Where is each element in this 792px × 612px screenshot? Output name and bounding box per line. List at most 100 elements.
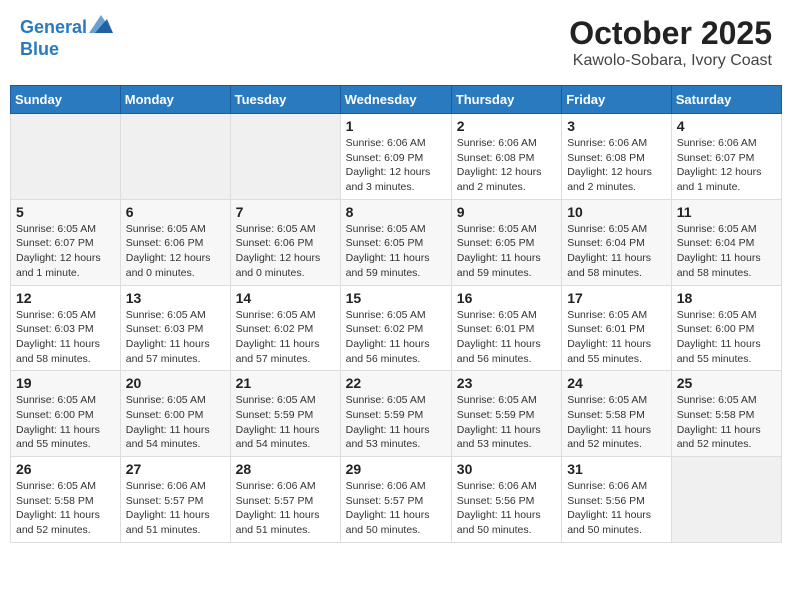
day-info: Sunrise: 6:05 AM Sunset: 6:05 PM Dayligh… — [457, 222, 556, 281]
calendar-cell: 7 Sunrise: 6:05 AM Sunset: 6:06 PM Daylig… — [230, 199, 340, 285]
calendar-cell: 9 Sunrise: 6:05 AM Sunset: 6:05 PM Daylig… — [451, 199, 561, 285]
weekday-header: Saturday — [671, 86, 781, 114]
day-number: 30 — [457, 461, 556, 477]
day-number: 12 — [16, 290, 115, 306]
calendar-cell: 20 Sunrise: 6:05 AM Sunset: 6:00 PM Dayli… — [120, 371, 230, 457]
day-number: 23 — [457, 375, 556, 391]
calendar-cell: 1Sunrise: 6:06 AM Sunset: 6:09 PM Daylig… — [340, 114, 451, 200]
day-info: Sunrise: 6:06 AM Sunset: 5:56 PM Dayligh… — [457, 479, 556, 538]
weekday-header: Monday — [120, 86, 230, 114]
day-info: Sunrise: 6:05 AM Sunset: 6:02 PM Dayligh… — [236, 308, 335, 367]
day-info: Sunrise: 6:06 AM Sunset: 6:08 PM Dayligh… — [567, 136, 666, 195]
calendar-table: SundayMondayTuesdayWednesdayThursdayFrid… — [10, 85, 782, 543]
day-info: Sunrise: 6:05 AM Sunset: 6:04 PM Dayligh… — [567, 222, 666, 281]
day-number: 18 — [677, 290, 776, 306]
day-number: 17 — [567, 290, 666, 306]
day-info: Sunrise: 6:05 AM Sunset: 6:06 PM Dayligh… — [236, 222, 335, 281]
calendar-week-row: 1Sunrise: 6:06 AM Sunset: 6:09 PM Daylig… — [11, 114, 782, 200]
day-info: Sunrise: 6:06 AM Sunset: 5:57 PM Dayligh… — [346, 479, 446, 538]
day-number: 9 — [457, 204, 556, 220]
day-number: 7 — [236, 204, 335, 220]
day-number: 19 — [16, 375, 115, 391]
calendar-cell: 26Sunrise: 6:05 AM Sunset: 5:58 PM Dayli… — [11, 457, 121, 543]
day-info: Sunrise: 6:05 AM Sunset: 5:58 PM Dayligh… — [567, 393, 666, 452]
calendar-week-row: 19 Sunrise: 6:05 AM Sunset: 6:00 PM Dayli… — [11, 371, 782, 457]
day-number: 6 — [126, 204, 225, 220]
calendar-cell: 14 Sunrise: 6:05 AM Sunset: 6:02 PM Dayli… — [230, 285, 340, 371]
day-number: 26 — [16, 461, 115, 477]
calendar-cell: 12Sunrise: 6:05 AM Sunset: 6:03 PM Dayli… — [11, 285, 121, 371]
day-number: 20 — [126, 375, 225, 391]
day-number: 21 — [236, 375, 335, 391]
calendar-cell: 31Sunrise: 6:06 AM Sunset: 5:56 PM Dayli… — [562, 457, 672, 543]
day-info: Sunrise: 6:05 AM Sunset: 5:59 PM Dayligh… — [457, 393, 556, 452]
weekday-header: Tuesday — [230, 86, 340, 114]
calendar-cell: 22 Sunrise: 6:05 AM Sunset: 5:59 PM Dayli… — [340, 371, 451, 457]
calendar-week-row: 5Sunrise: 6:05 AM Sunset: 6:07 PM Daylig… — [11, 199, 782, 285]
calendar-cell — [671, 457, 781, 543]
calendar-cell: 4 Sunrise: 6:06 AM Sunset: 6:07 PM Daylig… — [671, 114, 781, 200]
location: Kawolo-Sobara, Ivory Coast — [569, 52, 772, 70]
day-info: Sunrise: 6:05 AM Sunset: 5:59 PM Dayligh… — [346, 393, 446, 452]
day-info: Sunrise: 6:06 AM Sunset: 6:08 PM Dayligh… — [457, 136, 556, 195]
day-info: Sunrise: 6:05 AM Sunset: 5:58 PM Dayligh… — [677, 393, 776, 452]
day-number: 2 — [457, 118, 556, 134]
day-info: Sunrise: 6:06 AM Sunset: 5:56 PM Dayligh… — [567, 479, 666, 538]
day-number: 3 — [567, 118, 666, 134]
calendar-cell: 28 Sunrise: 6:06 AM Sunset: 5:57 PM Dayli… — [230, 457, 340, 543]
day-number: 28 — [236, 461, 335, 477]
calendar-cell: 11Sunrise: 6:05 AM Sunset: 6:04 PM Dayli… — [671, 199, 781, 285]
day-number: 22 — [346, 375, 446, 391]
month-title: October 2025 — [569, 15, 772, 52]
day-info: Sunrise: 6:06 AM Sunset: 5:57 PM Dayligh… — [126, 479, 225, 538]
weekday-header: Thursday — [451, 86, 561, 114]
calendar-cell — [11, 114, 121, 200]
calendar-cell: 16Sunrise: 6:05 AM Sunset: 6:01 PM Dayli… — [451, 285, 561, 371]
day-info: Sunrise: 6:05 AM Sunset: 6:06 PM Dayligh… — [126, 222, 225, 281]
calendar-week-row: 26Sunrise: 6:05 AM Sunset: 5:58 PM Dayli… — [11, 457, 782, 543]
calendar-cell: 27 Sunrise: 6:06 AM Sunset: 5:57 PM Dayli… — [120, 457, 230, 543]
calendar-cell: 18 Sunrise: 6:05 AM Sunset: 6:00 PM Dayli… — [671, 285, 781, 371]
calendar-cell: 13 Sunrise: 6:05 AM Sunset: 6:03 PM Dayli… — [120, 285, 230, 371]
calendar-cell: 6 Sunrise: 6:05 AM Sunset: 6:06 PM Daylig… — [120, 199, 230, 285]
calendar-cell: 3 Sunrise: 6:06 AM Sunset: 6:08 PM Daylig… — [562, 114, 672, 200]
day-info: Sunrise: 6:06 AM Sunset: 6:07 PM Dayligh… — [677, 136, 776, 195]
day-number: 27 — [126, 461, 225, 477]
calendar-cell: 19 Sunrise: 6:05 AM Sunset: 6:00 PM Dayli… — [11, 371, 121, 457]
calendar-cell: 10 Sunrise: 6:05 AM Sunset: 6:04 PM Dayli… — [562, 199, 672, 285]
day-number: 16 — [457, 290, 556, 306]
calendar-cell — [120, 114, 230, 200]
day-number: 15 — [346, 290, 446, 306]
calendar-cell: 25Sunrise: 6:05 AM Sunset: 5:58 PM Dayli… — [671, 371, 781, 457]
day-number: 11 — [677, 204, 776, 220]
calendar-cell: 5Sunrise: 6:05 AM Sunset: 6:07 PM Daylig… — [11, 199, 121, 285]
day-number: 5 — [16, 204, 115, 220]
day-info: Sunrise: 6:05 AM Sunset: 5:59 PM Dayligh… — [236, 393, 335, 452]
calendar-cell: 21 Sunrise: 6:05 AM Sunset: 5:59 PM Dayli… — [230, 371, 340, 457]
calendar-cell — [230, 114, 340, 200]
day-info: Sunrise: 6:05 AM Sunset: 6:00 PM Dayligh… — [677, 308, 776, 367]
weekday-header: Friday — [562, 86, 672, 114]
day-number: 24 — [567, 375, 666, 391]
calendar-cell: 8Sunrise: 6:05 AM Sunset: 6:05 PM Daylig… — [340, 199, 451, 285]
day-number: 29 — [346, 461, 446, 477]
day-info: Sunrise: 6:05 AM Sunset: 6:05 PM Dayligh… — [346, 222, 446, 281]
day-number: 14 — [236, 290, 335, 306]
day-number: 13 — [126, 290, 225, 306]
page-header: General Blue October 2025 Kawolo-Sobara,… — [10, 10, 782, 75]
weekday-header-row: SundayMondayTuesdayWednesdayThursdayFrid… — [11, 86, 782, 114]
day-number: 1 — [346, 118, 446, 134]
day-info: Sunrise: 6:05 AM Sunset: 6:00 PM Dayligh… — [126, 393, 225, 452]
day-number: 10 — [567, 204, 666, 220]
day-info: Sunrise: 6:05 AM Sunset: 6:00 PM Dayligh… — [16, 393, 115, 452]
calendar-cell: 23 Sunrise: 6:05 AM Sunset: 5:59 PM Dayli… — [451, 371, 561, 457]
logo-icon — [89, 15, 113, 33]
calendar-cell: 24 Sunrise: 6:05 AM Sunset: 5:58 PM Dayli… — [562, 371, 672, 457]
calendar-cell: 17Sunrise: 6:05 AM Sunset: 6:01 PM Dayli… — [562, 285, 672, 371]
day-info: Sunrise: 6:06 AM Sunset: 5:57 PM Dayligh… — [236, 479, 335, 538]
logo: General Blue — [20, 15, 113, 60]
calendar-cell: 29 Sunrise: 6:06 AM Sunset: 5:57 PM Dayli… — [340, 457, 451, 543]
day-info: Sunrise: 6:05 AM Sunset: 6:03 PM Dayligh… — [126, 308, 225, 367]
day-number: 4 — [677, 118, 776, 134]
title-section: October 2025 Kawolo-Sobara, Ivory Coast — [569, 15, 772, 70]
